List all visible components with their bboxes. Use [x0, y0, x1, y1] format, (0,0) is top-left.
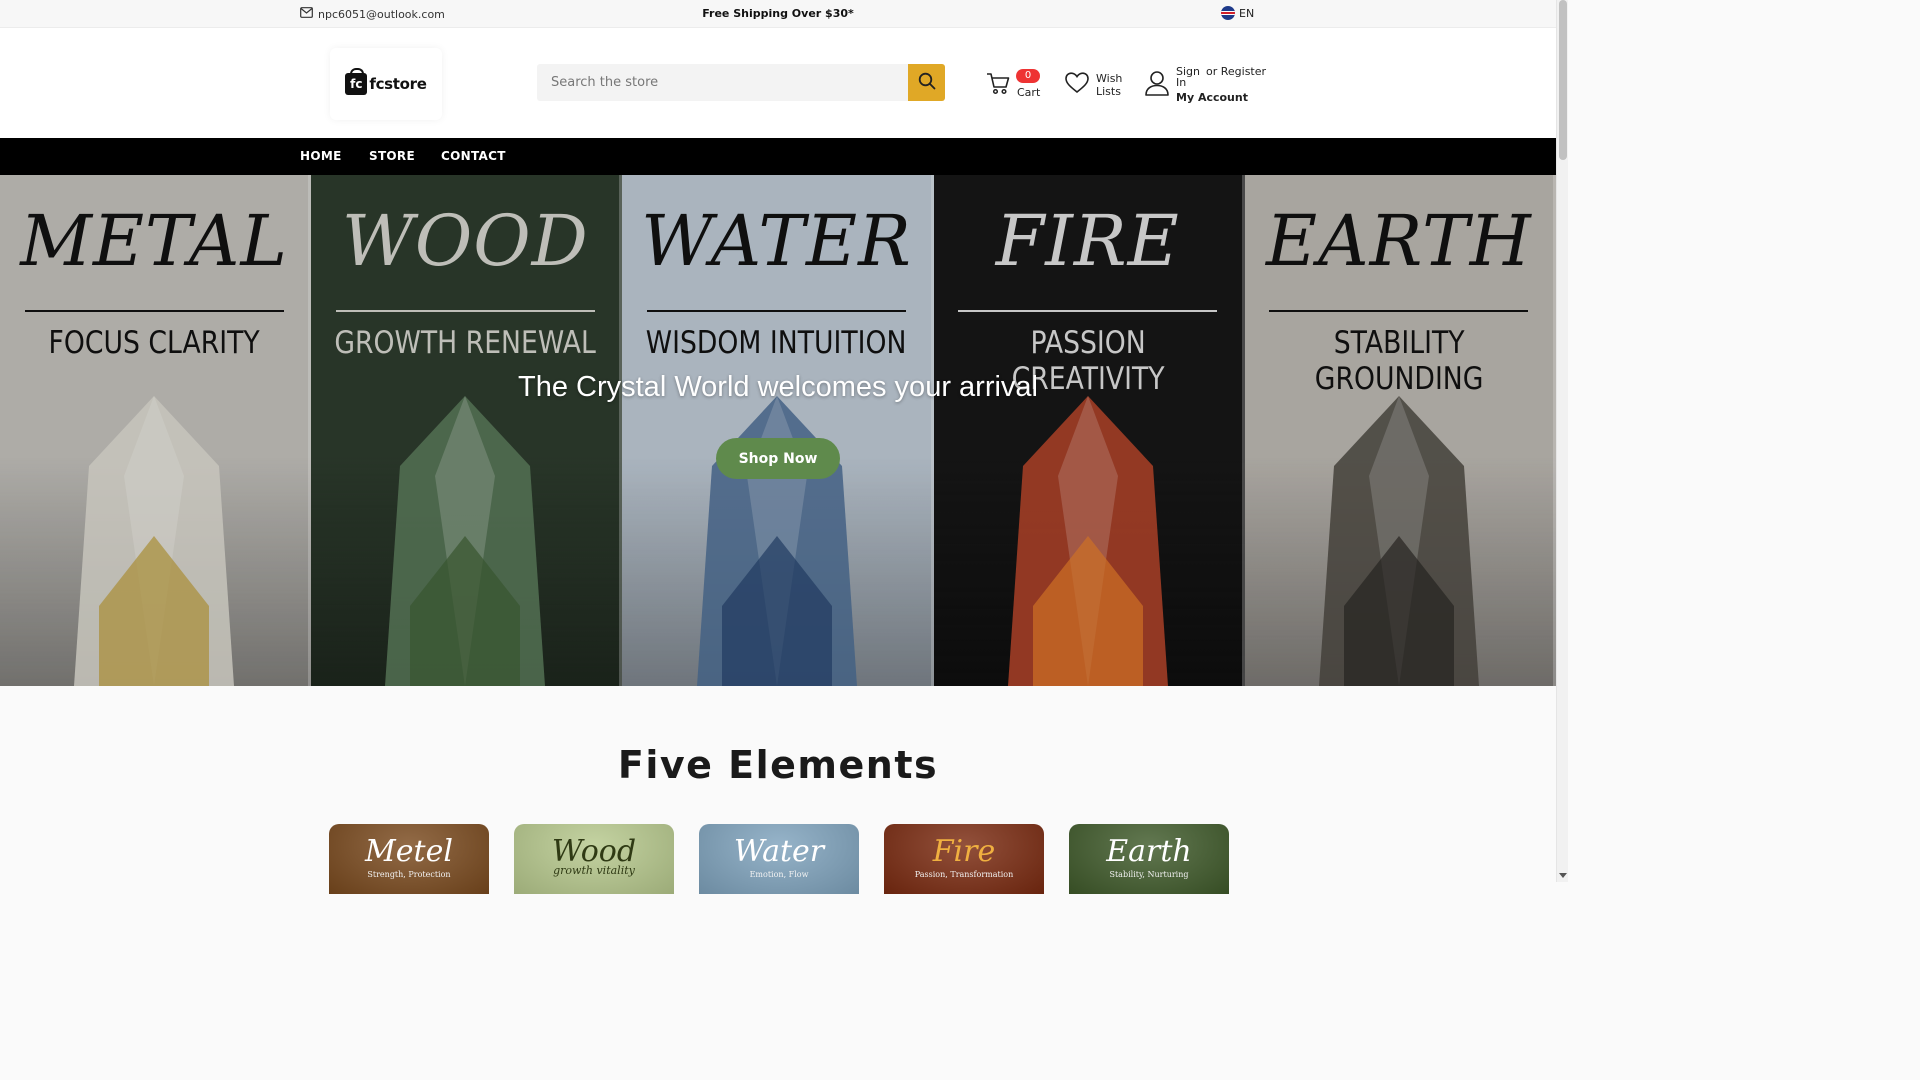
hero-heading: The Crystal World welcomes your arrival: [518, 371, 1038, 403]
panel-title: METAL: [20, 200, 288, 282]
panel-subtitle: GROWTH RENEWAL: [334, 325, 597, 361]
card-subtitle: Passion, Transformation: [914, 870, 1014, 879]
crystal-image: [74, 396, 235, 686]
element-cards: Metel Strength, Protection Wood growth v…: [329, 824, 1229, 894]
language-label: EN: [1239, 6, 1255, 20]
scrollbar-thumb[interactable]: [1559, 0, 1567, 160]
wishlist-link[interactable]: Wish Lists: [1064, 71, 1126, 98]
store-logo[interactable]: fc fcstore: [330, 48, 442, 120]
user-icon: [1144, 69, 1170, 100]
element-card-metal[interactable]: Metel Strength, Protection: [329, 824, 489, 894]
nav-item-home[interactable]: HOME: [300, 149, 342, 163]
panel-subtitle: FOCUS CLARITY: [48, 325, 260, 361]
language-selector[interactable]: EN: [1221, 6, 1254, 20]
uk-flag-icon: [1221, 6, 1235, 20]
card-title: Water: [733, 834, 825, 869]
shipping-promo: Free Shipping Over $30*: [702, 7, 854, 20]
card-subtitle: growth vitality: [553, 864, 635, 877]
hero-panel-earth: EARTH STABILITY GROUNDING: [1244, 175, 1556, 686]
logo-text: fcstore: [369, 75, 427, 93]
hero-panel-wood: WOOD GROWTH RENEWAL: [311, 175, 623, 686]
element-card-water[interactable]: Water Emotion, Flow: [699, 824, 859, 894]
account-links: Sign In or Register: [1176, 66, 1266, 88]
hero-panel-water: WATER WISDOM INTUITION: [622, 175, 934, 686]
panel-title: EARTH: [1265, 200, 1532, 282]
panel-title: WOOD: [341, 200, 589, 282]
cart-label: Cart: [1017, 86, 1041, 99]
panel-subtitle: WISDOM INTUITION: [646, 325, 907, 361]
card-title: Fire: [932, 834, 996, 869]
panel-title: WATER: [641, 200, 912, 282]
nav-item-contact[interactable]: CONTACT: [441, 149, 506, 163]
hero-panel-fire: FIRE PASSION CREATIVITY: [933, 175, 1245, 686]
scroll-down-arrow-icon[interactable]: [1559, 873, 1567, 878]
site-header: fc fcstore 0 Cart Wish Lists Sign In or: [0, 28, 1556, 138]
element-card-wood[interactable]: Wood growth vitality: [514, 824, 674, 894]
panel-divider: [647, 310, 906, 312]
search-icon: [918, 72, 936, 93]
cart-icon: [985, 70, 1011, 99]
cart-count-badge: 0: [1016, 69, 1040, 83]
card-title: Metel: [365, 834, 453, 869]
section-title: Five Elements: [617, 743, 939, 787]
card-subtitle: Emotion, Flow: [749, 870, 809, 879]
search-input[interactable]: [537, 64, 908, 101]
account-menu[interactable]: Sign In or Register My Account: [1144, 66, 1266, 103]
heart-icon: [1064, 71, 1090, 98]
page-scrollbar[interactable]: [1556, 0, 1568, 882]
shop-now-button[interactable]: Shop Now: [716, 438, 840, 479]
card-subtitle: Stability, Nurturing: [1109, 870, 1189, 879]
logo-bag-icon: fc: [345, 68, 368, 95]
search-bar: [537, 64, 945, 101]
nav-item-store[interactable]: STORE: [369, 149, 415, 163]
hero-panel-metal: METAL FOCUS CLARITY: [0, 175, 312, 686]
panel-divider: [335, 310, 595, 312]
sign-in-link[interactable]: Sign In: [1176, 66, 1200, 88]
panel-divider: [1269, 310, 1529, 312]
card-subtitle: Strength, Protection: [367, 870, 451, 879]
crystal-image: [385, 396, 546, 686]
my-account-label[interactable]: My Account: [1176, 92, 1266, 103]
element-card-fire[interactable]: Fire Passion, Transformation: [884, 824, 1044, 894]
panel-divider: [958, 310, 1218, 312]
cart-link[interactable]: 0 Cart: [985, 69, 1041, 99]
crystal-image: [1007, 396, 1168, 686]
element-card-earth[interactable]: Earth Stability, Nurturing: [1069, 824, 1229, 894]
main-nav: HOME STORE CONTACT: [0, 138, 1556, 175]
hero-banner: METAL FOCUS CLARITY WOOD GROWTH RENEWAL …: [0, 175, 1556, 686]
account-text: Sign In or Register My Account: [1176, 66, 1266, 103]
panel-title: FIRE: [995, 200, 1180, 282]
panel-divider: [24, 310, 284, 312]
search-button[interactable]: [908, 64, 945, 101]
card-title: Earth: [1106, 834, 1192, 869]
wishlist-label: Wish Lists: [1096, 71, 1123, 98]
crystal-image: [1318, 396, 1479, 686]
top-bar: npc6051@outlook.com Free Shipping Over $…: [0, 0, 1556, 28]
register-link[interactable]: or Register: [1206, 66, 1266, 88]
